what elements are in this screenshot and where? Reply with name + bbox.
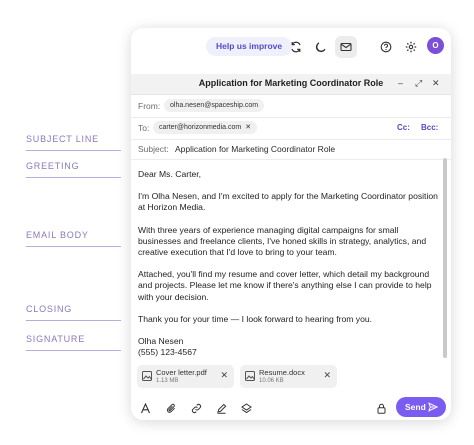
attachment-size: 10.06 KB xyxy=(259,378,284,384)
attachment-name: Cover letter.pdf xyxy=(156,368,207,377)
bcc-button[interactable]: Bcc: xyxy=(421,123,438,132)
image-file-icon xyxy=(245,371,255,381)
signature-phone: (555) 123-4567 xyxy=(138,347,197,358)
pen-icon[interactable] xyxy=(214,401,228,415)
send-label: Send xyxy=(405,402,426,412)
layers-icon[interactable] xyxy=(239,401,253,415)
top-toolbar: Help us improve O xyxy=(131,28,451,64)
annotation-subject-line: SUBJECT LINE xyxy=(26,134,121,151)
remove-attachment-icon[interactable]: ✕ xyxy=(323,370,331,381)
remove-recipient-icon[interactable]: ✕ xyxy=(245,124,251,131)
help-circle-icon[interactable] xyxy=(375,36,397,58)
body-paragraph-3: Attached, you'll find my resume and cove… xyxy=(138,269,432,302)
from-label: From: xyxy=(138,101,161,111)
attachment-chip[interactable]: Resume.docx 10.06 KB ✕ xyxy=(240,365,337,388)
moon-icon[interactable] xyxy=(310,36,332,58)
from-row: From: olha.nesen@spaceship.com xyxy=(131,95,451,118)
greeting-text: Dear Ms. Carter, xyxy=(138,169,202,179)
mail-icon[interactable] xyxy=(335,36,357,58)
refresh-icon[interactable] xyxy=(285,36,307,58)
compose-window: Help us improve O Application for Market… xyxy=(131,28,451,420)
remove-attachment-icon[interactable]: ✕ xyxy=(220,370,228,381)
send-icon xyxy=(428,402,438,412)
closing-text: Thank you for your time — I look forward… xyxy=(138,313,373,324)
to-chip-address: carter@horizonmedia.com xyxy=(159,124,242,131)
text-format-icon[interactable] xyxy=(138,401,152,415)
subject-input[interactable]: Application for Marketing Coordinator Ro… xyxy=(175,144,335,154)
scrollbar[interactable] xyxy=(443,158,447,358)
annotation-greeting: GREETING xyxy=(26,161,121,178)
from-chip[interactable]: olha.nesen@spaceship.com xyxy=(164,99,265,112)
subject-row: Subject: Application for Marketing Coord… xyxy=(131,139,451,160)
annotation-closing: CLOSING xyxy=(26,304,121,321)
close-icon[interactable]: ✕ xyxy=(432,78,440,89)
body-paragraph-1: I'm Olha Nesen, and I'm excited to apply… xyxy=(138,191,438,213)
bottom-toolbar: Send xyxy=(131,397,451,420)
compose-title-bar: Application for Marketing Coordinator Ro… xyxy=(131,74,451,95)
lock-icon[interactable] xyxy=(374,401,388,415)
attachment-size: 1.13 MB xyxy=(156,378,179,384)
attachment-chip[interactable]: Cover letter.pdf 1.13 MB ✕ xyxy=(137,365,234,388)
to-row: To: carter@horizonmedia.com ✕ Cc: Bcc: xyxy=(131,117,451,140)
signature-name: Olha Nesen xyxy=(138,336,184,347)
to-label: To: xyxy=(138,123,150,133)
body-paragraph-2: With three years of experience managing … xyxy=(138,224,427,258)
minimize-icon[interactable]: – xyxy=(398,78,403,88)
expand-icon[interactable]: ⤢ xyxy=(415,78,422,89)
attachment-name: Resume.docx xyxy=(259,368,305,377)
send-button[interactable]: Send xyxy=(396,397,446,417)
avatar[interactable]: O xyxy=(427,37,444,54)
paperclip-icon[interactable] xyxy=(164,401,178,415)
help-us-improve-button[interactable]: Help us improve xyxy=(206,37,293,56)
annotation-signature: SIGNATURE xyxy=(26,334,121,351)
subject-label: Subject: xyxy=(138,144,169,154)
link-icon[interactable] xyxy=(189,401,203,415)
image-file-icon xyxy=(142,371,152,381)
to-chip[interactable]: carter@horizonmedia.com ✕ xyxy=(153,121,258,134)
annotation-email-body: EMAIL BODY xyxy=(26,230,121,247)
cc-button[interactable]: Cc: xyxy=(397,123,410,132)
email-body[interactable]: Dear Ms. Carter, I'm Olha Nesen, and I'm… xyxy=(138,169,438,358)
gear-icon[interactable] xyxy=(400,36,422,58)
